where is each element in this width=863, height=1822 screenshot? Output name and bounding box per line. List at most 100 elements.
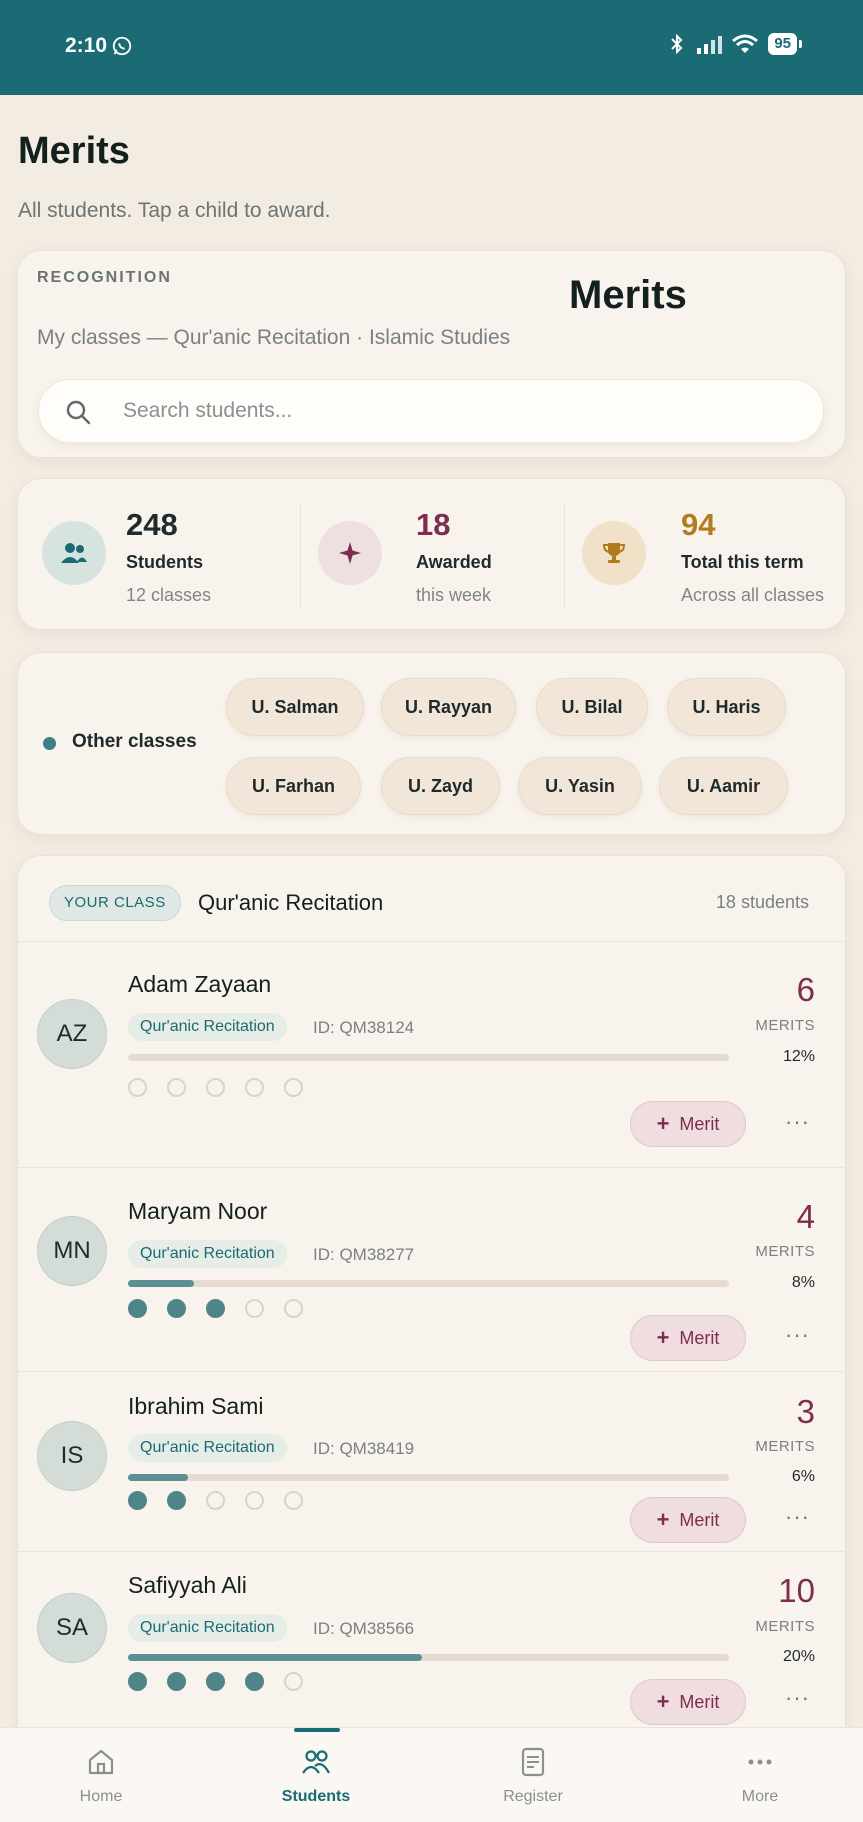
avatar: AZ (37, 999, 107, 1069)
student-name: Ibrahim Sami (128, 1393, 264, 1419)
merit-dot (284, 1672, 303, 1691)
nav-label: Home (79, 1788, 123, 1805)
search-icon (66, 400, 91, 425)
recognition-card: RECOGNITION Merits My classes — Qur'anic… (17, 250, 846, 458)
whatsapp-icon (112, 36, 132, 56)
merit-count: 4 (796, 1198, 815, 1235)
progress-bar (128, 1654, 729, 1661)
class-chip[interactable]: U. Farhan (226, 757, 361, 815)
class-name: Qur'anic Recitation (198, 890, 384, 915)
add-merit-button[interactable]: + Merit (630, 1679, 746, 1725)
recognition-subtitle: My classes — Qur'anic Recitation · Islam… (37, 326, 511, 349)
class-tag: Qur'anic Recitation (128, 1434, 287, 1462)
merit-button-label: Merit (679, 1691, 720, 1712)
stat-number: 248 (126, 507, 178, 542)
your-class-badge: YOUR CLASS (49, 885, 181, 921)
merit-button-label: Merit (679, 1327, 720, 1348)
class-header: YOUR CLASS Qur'anic Recitation 18 studen… (18, 856, 845, 942)
add-merit-button[interactable]: + Merit (630, 1315, 746, 1361)
nav-more[interactable]: More (685, 1728, 835, 1822)
wifi-icon (732, 34, 759, 53)
student-row[interactable]: IS Ibrahim Sami Qur'anic Recitation ID: … (18, 1372, 845, 1552)
class-chip[interactable]: U. Rayyan (381, 678, 516, 736)
student-row[interactable]: SA Safiyyah Ali Qur'anic Recitation ID: … (18, 1552, 845, 1734)
nav-label: Students (281, 1788, 351, 1805)
merit-percent: 8% (791, 1274, 815, 1291)
merits-label: MERITS (755, 1618, 815, 1635)
bluetooth-icon (671, 34, 683, 54)
student-id: ID: QM38124 (313, 1018, 415, 1037)
stat-label: Students (126, 552, 204, 572)
avatar: IS (37, 1421, 107, 1491)
stat-divider (300, 503, 301, 607)
nav-label: Register (503, 1788, 563, 1805)
student-row[interactable]: MN Maryam Noor Qur'anic Recitation ID: Q… (18, 1168, 845, 1372)
class-chip[interactable]: U. Bilal (536, 678, 648, 736)
merit-dots (128, 1491, 303, 1510)
merit-dot (206, 1299, 225, 1318)
merit-dot (206, 1672, 225, 1691)
merits-label: MERITS (755, 1243, 815, 1260)
merit-dot (128, 1078, 147, 1097)
bottom-nav: Home Students Register More (0, 1727, 863, 1822)
search-bar[interactable] (38, 379, 824, 443)
register-icon (521, 1747, 545, 1777)
nav-home[interactable]: Home (26, 1728, 176, 1822)
page-title: Merits (18, 130, 130, 172)
trophy-icon (582, 521, 646, 585)
nav-label: More (741, 1788, 779, 1805)
progress-bar (128, 1474, 729, 1481)
status-time: 2:10 (65, 34, 108, 57)
stat-label: Awarded (416, 552, 492, 572)
more-options-button[interactable]: ··· (785, 1322, 810, 1348)
merit-dots (128, 1078, 303, 1097)
nav-students[interactable]: Students (241, 1728, 391, 1822)
class-chip[interactable]: U. Zayd (381, 757, 500, 815)
class-chip[interactable]: U. Yasin (518, 757, 642, 815)
more-options-button[interactable]: ··· (785, 1685, 810, 1711)
student-row[interactable]: AZ Adam Zayaan Qur'anic Recitation ID: Q… (18, 942, 845, 1168)
stat-divider (564, 503, 565, 607)
avatar: MN (37, 1216, 107, 1286)
merit-percent: 12% (782, 1048, 815, 1065)
merits-label: MERITS (755, 1438, 815, 1455)
add-merit-button[interactable]: + Merit (630, 1101, 746, 1147)
merit-count: 6 (796, 971, 815, 1008)
progress-fill (128, 1654, 423, 1661)
nav-register[interactable]: Register (458, 1728, 608, 1822)
merit-dot (245, 1299, 264, 1318)
merit-dot (128, 1491, 147, 1510)
merit-dots (128, 1299, 303, 1318)
more-icon (748, 1759, 772, 1765)
merit-dot (245, 1672, 264, 1691)
other-classes-label: Other classes (72, 731, 197, 752)
stat-sub: Across all classes (681, 585, 825, 605)
signal-icon (697, 36, 723, 54)
merit-button-label: Merit (679, 1113, 720, 1134)
class-chip[interactable]: U. Haris (667, 678, 786, 736)
plus-icon: + (656, 1689, 670, 1714)
merits-label: MERITS (755, 1017, 815, 1034)
recognition-eyebrow: RECOGNITION (37, 269, 172, 286)
more-options-button[interactable]: ··· (785, 1504, 810, 1530)
class-chip[interactable]: U. Aamir (659, 757, 788, 815)
merit-dot (284, 1078, 303, 1097)
add-merit-button[interactable]: + Merit (630, 1497, 746, 1543)
progress-bar (128, 1054, 729, 1061)
class-chip[interactable]: U. Salman (226, 678, 364, 736)
student-id: ID: QM38566 (313, 1619, 415, 1638)
your-class-card: YOUR CLASS Qur'anic Recitation 18 studen… (17, 855, 846, 1735)
student-name: Maryam Noor (128, 1198, 268, 1224)
stat-sub: 12 classes (126, 585, 212, 605)
more-options-button[interactable]: ··· (785, 1109, 810, 1135)
home-icon (88, 1749, 114, 1775)
search-input[interactable] (123, 380, 803, 442)
progress-fill (128, 1474, 189, 1481)
merit-dot (245, 1078, 264, 1097)
status-icons: 95 (668, 33, 802, 55)
stats-card: 248 Students 12 classes 18 Awarded this … (17, 478, 846, 630)
merit-dot (128, 1299, 147, 1318)
class-tag: Qur'anic Recitation (128, 1614, 287, 1642)
progress-bar (128, 1280, 729, 1287)
status-dot (43, 737, 56, 750)
